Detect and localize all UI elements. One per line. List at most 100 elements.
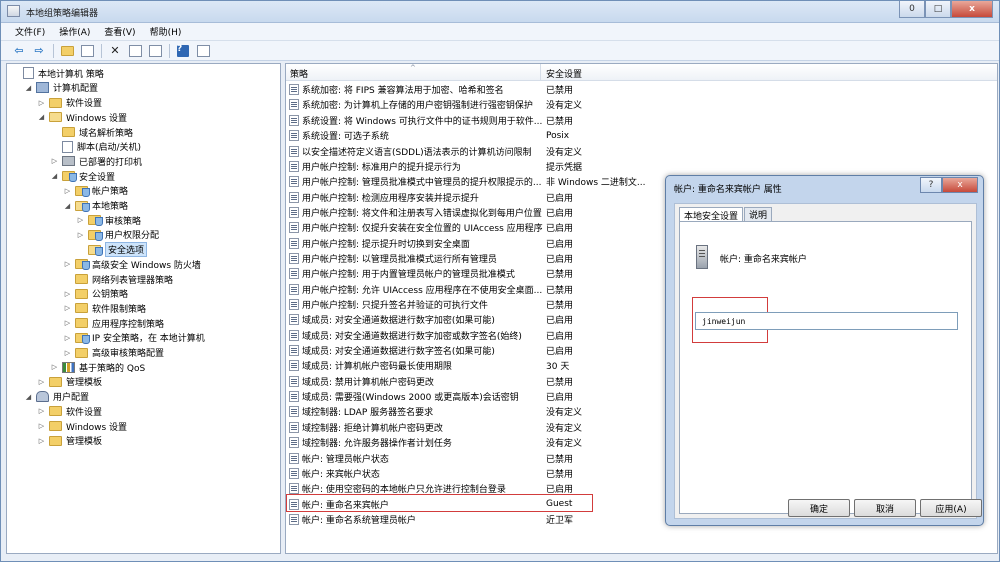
tree-expander-icon[interactable] [76, 245, 85, 254]
tree-expander-icon[interactable] [50, 142, 59, 151]
policy-name-cell: 域成员: 对安全通道数据进行数字加密(如果可能) [302, 316, 495, 327]
tree-expander-icon[interactable]: ◢ [24, 83, 33, 92]
tree-item[interactable]: ▷ 软件设置 [37, 95, 102, 110]
table-row[interactable]: 系统加密: 将 FIPS 兼容算法用于加密、哈希和签名 已禁用 [286, 82, 997, 97]
tree-item[interactable]: ◢ 本地策略 [63, 198, 128, 213]
tree-expander-icon[interactable]: ▷ [76, 230, 85, 239]
table-row[interactable]: 系统设置: 将 Windows 可执行文件中的证书规则用于软件... 已禁用 [286, 113, 997, 128]
tree-item[interactable]: ◢ 计算机配置 [24, 81, 98, 96]
ok-button[interactable]: 确定 [788, 499, 850, 517]
column-header-setting[interactable]: 安全设置 [546, 67, 582, 80]
security-setting-cell: 提示凭据 [546, 162, 583, 173]
table-row[interactable]: 以安全描述符定义语言(SDDL)语法表示的计算机访问限制 没有定义 [286, 143, 997, 158]
maximize-button[interactable]: □ [925, 1, 951, 18]
show-hide-tree-icon[interactable] [79, 44, 95, 58]
tree-expander-icon[interactable]: ◢ [37, 113, 46, 122]
tree-item[interactable]: ◢ 用户配置 [24, 389, 89, 404]
tree-item[interactable]: ◢ Windows 设置 [37, 110, 127, 125]
tree-item[interactable]: ▷ 基于策略的 QoS [50, 360, 145, 375]
view-icon[interactable] [195, 44, 211, 58]
column-header-policy[interactable]: 策略 [290, 67, 308, 80]
menu-file[interactable]: 文件(F) [15, 25, 45, 38]
list-header: 策略 ^ 安全设置 [286, 64, 997, 81]
tree-item[interactable]: 安全选项 [76, 242, 148, 258]
tree-expander-icon[interactable]: ▷ [63, 333, 72, 342]
tree-expander-icon[interactable] [63, 275, 72, 284]
export-list-icon[interactable] [147, 44, 163, 58]
tree-expander-icon[interactable]: ▷ [63, 348, 72, 357]
up-folder-icon[interactable] [59, 44, 75, 58]
policy-icon [289, 299, 299, 311]
tree-expander-icon[interactable]: ◢ [63, 201, 72, 210]
tree-expander-icon[interactable]: ▷ [63, 304, 72, 313]
menu-help[interactable]: 帮助(H) [150, 25, 182, 38]
tree-expander-icon[interactable]: ◢ [50, 172, 59, 181]
tree-item[interactable]: 脚本(启动/关机) [50, 140, 141, 155]
tree-expander-icon[interactable]: ◢ [24, 392, 33, 401]
policy-icon [289, 160, 299, 172]
tree-item[interactable]: ▷ 高级安全 Windows 防火墙 [63, 257, 201, 272]
policy-icon [289, 391, 299, 403]
policy-icon [289, 406, 299, 418]
guest-account-name-input[interactable] [695, 312, 958, 330]
dialog-close-button[interactable]: x [942, 177, 978, 193]
delete-icon[interactable]: ✕ [107, 44, 123, 58]
cancel-button[interactable]: 取消 [854, 499, 916, 517]
back-arrow-icon[interactable]: ⇦ [11, 44, 27, 58]
tree-item[interactable]: ▷ 公钥策略 [63, 287, 128, 302]
tree-item[interactable]: ▷ 高级审核策略配置 [63, 345, 164, 360]
policy-name-cell: 域控制器: 允许服务器操作者计划任务 [302, 439, 452, 450]
tree-expander-icon[interactable] [50, 128, 59, 137]
close-button[interactable]: x [951, 1, 993, 18]
policy-icon [289, 99, 299, 111]
menu-action[interactable]: 操作(A) [59, 25, 90, 38]
policy-name-cell: 以安全描述符定义语言(SDDL)语法表示的计算机访问限制 [302, 147, 532, 158]
tree-expander-icon[interactable]: ▷ [37, 377, 46, 386]
tree-item[interactable]: ◢ 安全设置 [50, 169, 115, 184]
tree-item[interactable]: ▷ 已部署的打印机 [50, 154, 142, 169]
tree-item[interactable]: ▷ 软件限制策略 [63, 301, 146, 316]
menu-view[interactable]: 查看(V) [104, 25, 135, 38]
apply-button[interactable]: 应用(A) [920, 499, 982, 517]
tree-expander-icon[interactable]: ▷ [37, 422, 46, 431]
forward-arrow-icon[interactable]: ⇨ [31, 44, 47, 58]
tree-item[interactable]: ▷ 帐户策略 [63, 184, 128, 199]
tree-item[interactable]: 本地计算机 策略 [11, 66, 104, 81]
tree-item-label: 本地策略 [92, 202, 129, 213]
tree-expander-icon[interactable]: ▷ [63, 319, 72, 328]
toolbar: ⇦ ⇨ ✕ ? [1, 41, 999, 61]
tree-expander-icon[interactable] [11, 69, 20, 78]
tab-local-security-setting[interactable]: 本地安全设置 [679, 207, 744, 222]
tree-expander-icon[interactable]: ▷ [50, 157, 59, 166]
table-row[interactable]: 系统加密: 为计算机上存储的用户密钥强制进行强密钥保护 没有定义 [286, 97, 997, 112]
tree-item[interactable]: ▷ IP 安全策略，在 本地计算机 [63, 331, 205, 346]
tree-item[interactable]: ▷ 管理模板 [37, 375, 102, 390]
tree-expander-icon[interactable]: ▷ [37, 436, 46, 445]
tree-item[interactable]: ▷ 审核策略 [76, 213, 141, 228]
tree-expander-icon[interactable]: ▷ [63, 186, 72, 195]
tree-expander-icon[interactable]: ▷ [76, 216, 85, 225]
tree-item[interactable]: ▷ 软件设置 [37, 404, 102, 419]
tree-item[interactable]: ▷ 应用程序控制策略 [63, 316, 164, 331]
dialog-tabs: 本地安全设置 说明 [679, 207, 773, 222]
tree-item[interactable]: 域名解析策略 [50, 125, 133, 140]
tree-expander-icon[interactable]: ▷ [63, 260, 72, 269]
minimize-button[interactable]: 0 [899, 1, 925, 18]
tree-expander-icon[interactable]: ▷ [63, 289, 72, 298]
tree-item[interactable]: ▷ Windows 设置 [37, 419, 127, 434]
tree-item[interactable]: 网络列表管理器策略 [63, 272, 173, 287]
tree-expander-icon[interactable]: ▷ [50, 363, 59, 372]
tree-item[interactable]: ▷ 用户权限分配 [76, 228, 159, 243]
dialog-help-button[interactable]: ? [920, 177, 942, 193]
tree-item[interactable]: ▷ 管理模板 [37, 434, 102, 449]
column-divider[interactable] [540, 64, 541, 81]
tree-expander-icon[interactable]: ▷ [37, 407, 46, 416]
help-icon[interactable]: ? [175, 44, 191, 58]
tree-expander-icon[interactable]: ▷ [37, 98, 46, 107]
properties-icon[interactable] [127, 44, 143, 58]
table-row[interactable]: 系统设置: 可选子系统 Posix [286, 128, 997, 143]
table-row[interactable]: 用户帐户控制: 标准用户的提升提示行为 提示凭据 [286, 159, 997, 174]
security-setting-cell: 没有定义 [546, 147, 583, 158]
tab-explain[interactable]: 说明 [744, 207, 773, 221]
tree-item-label: 审核策略 [105, 216, 142, 227]
